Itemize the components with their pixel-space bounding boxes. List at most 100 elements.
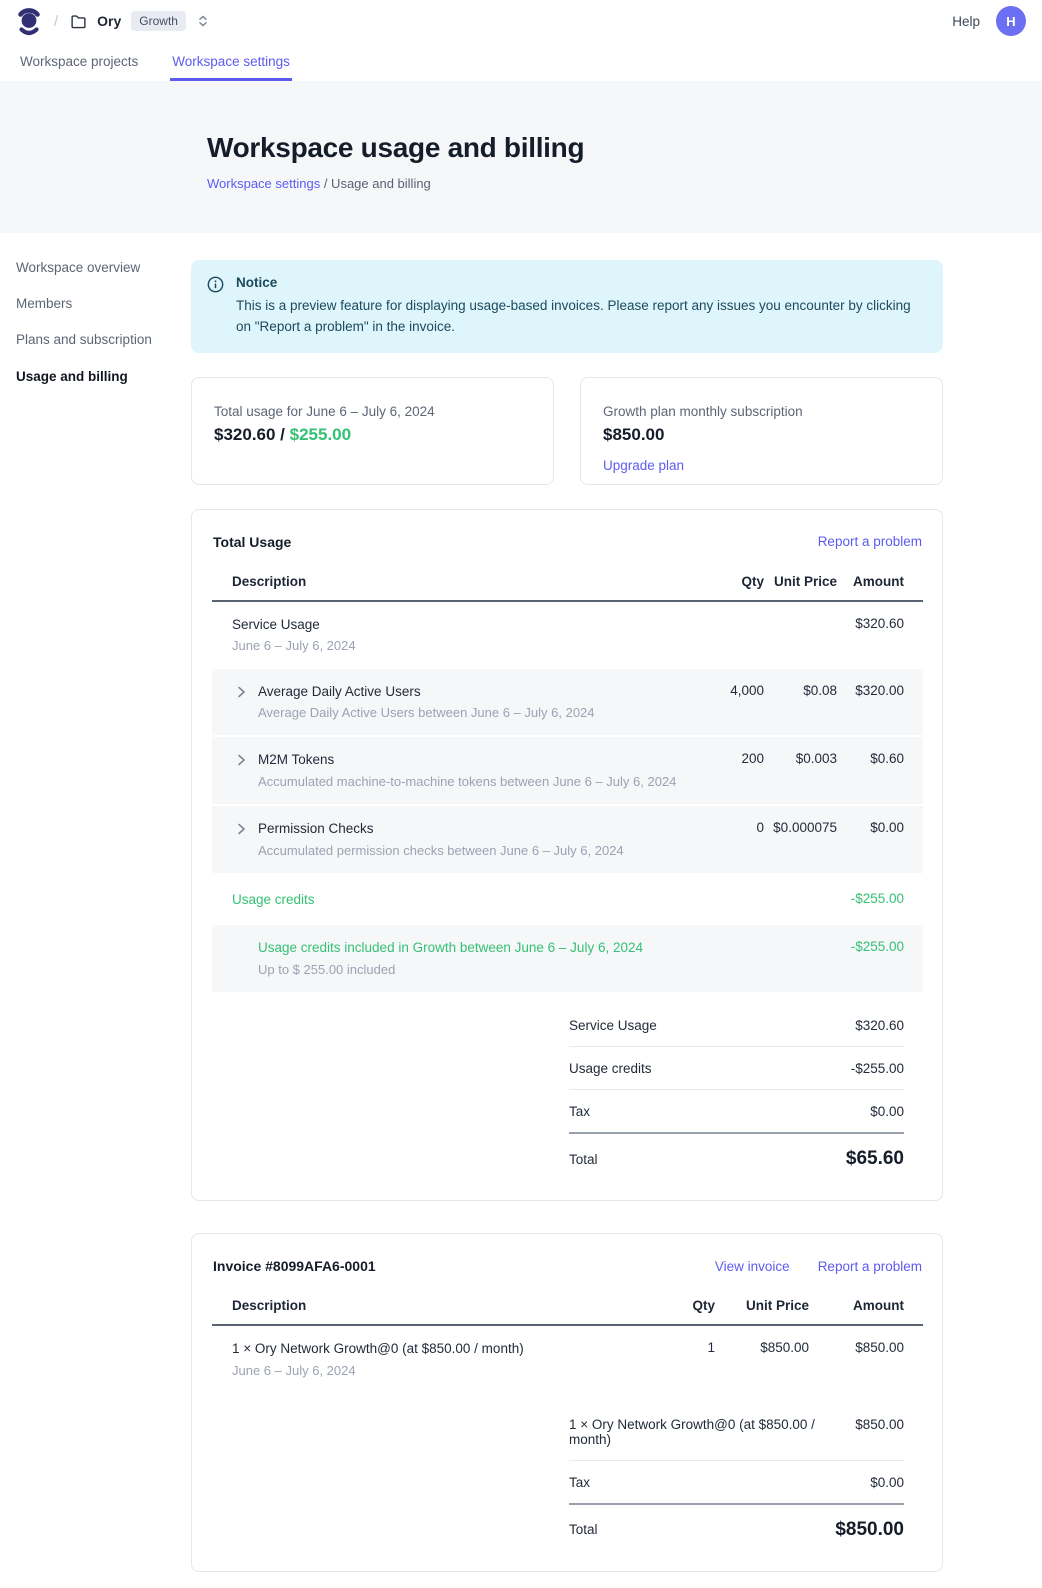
- report-problem-link[interactable]: Report a problem: [818, 534, 922, 549]
- summary-label: Tax: [569, 1475, 590, 1490]
- report-problem-link[interactable]: Report a problem: [818, 1259, 922, 1274]
- row-title: Usage credits: [232, 890, 315, 910]
- row-unit-price: $0.000075: [764, 819, 837, 835]
- column-description: Description: [232, 1298, 635, 1313]
- workspace-switcher-icon[interactable]: [196, 14, 210, 28]
- breadcrumb-current: / Usage and billing: [324, 176, 431, 191]
- total-value: $65.60: [846, 1148, 904, 1170]
- view-invoice-link[interactable]: View invoice: [715, 1259, 790, 1274]
- table-row: M2M Tokens Accumulated machine-to-machin…: [212, 737, 923, 806]
- summary-row: Tax $0.00: [569, 1090, 904, 1134]
- total-usage-table-card: Total Usage Report a problem Description…: [191, 509, 943, 1201]
- summary-row: Usage credits -$255.00: [569, 1047, 904, 1090]
- column-unit-price: Unit Price: [764, 574, 837, 589]
- sidebar-item-members[interactable]: Members: [16, 296, 191, 312]
- breadcrumb-workspace-settings-link[interactable]: Workspace settings: [207, 176, 320, 191]
- row-qty: [684, 890, 764, 891]
- expand-row-icon[interactable]: [232, 820, 250, 838]
- subscription-amount: $850.00: [603, 425, 920, 445]
- row-title: Usage credits included in Growth between…: [258, 938, 643, 958]
- row-amount: $850.00: [809, 1339, 904, 1355]
- folder-icon: [70, 13, 87, 30]
- column-unit-price: Unit Price: [715, 1298, 809, 1313]
- breadcrumb: Workspace settings / Usage and billing: [207, 176, 1042, 191]
- notice-body: This is a preview feature for displaying…: [236, 296, 925, 338]
- invoice-table-header: Description Qty Unit Price Amount: [212, 1288, 923, 1326]
- summary-label: Service Usage: [569, 1018, 657, 1033]
- table-row: 1 × Ory Network Growth@0 (at $850.00 / m…: [212, 1326, 923, 1393]
- row-subtitle: Up to $ 255.00 included: [258, 961, 643, 979]
- row-subtitle: Accumulated permission checks between Ju…: [258, 842, 624, 860]
- workspace-tabs: Workspace projects Workspace settings: [0, 42, 1042, 81]
- total-usage-card: Total usage for June 6 – July 6, 2024 $3…: [191, 377, 554, 485]
- row-title: 1 × Ory Network Growth@0 (at $850.00 / m…: [232, 1339, 524, 1359]
- page-hero: Workspace usage and billing Workspace se…: [0, 81, 1042, 233]
- upgrade-plan-link[interactable]: Upgrade plan: [603, 458, 684, 473]
- subscription-label: Growth plan monthly subscription: [603, 404, 920, 419]
- row-subtitle: Average Daily Active Users between June …: [258, 704, 595, 722]
- table-row: Permission Checks Accumulated permission…: [212, 806, 923, 875]
- column-description: Description: [232, 574, 684, 589]
- usage-summary: Service Usage $320.60 Usage credits -$25…: [569, 1004, 904, 1176]
- summary-label: Tax: [569, 1104, 590, 1119]
- row-unit-price: [764, 890, 837, 891]
- row-subtitle: June 6 – July 6, 2024: [232, 1362, 524, 1380]
- sidebar-item-usage-and-billing[interactable]: Usage and billing: [16, 369, 191, 385]
- summary-value: -$255.00: [851, 1061, 904, 1076]
- user-avatar[interactable]: H: [996, 6, 1026, 36]
- row-unit-price: $0.003: [764, 750, 837, 766]
- summary-total-row: Total $850.00: [569, 1505, 904, 1547]
- help-link[interactable]: Help: [952, 14, 980, 29]
- settings-sidenav: Workspace overview Members Plans and sub…: [0, 260, 191, 1588]
- workspace-name[interactable]: Ory: [97, 13, 121, 29]
- row-subtitle: Accumulated machine-to-machine tokens be…: [258, 773, 676, 791]
- row-unit-price: [764, 615, 837, 616]
- summary-value: $320.60: [855, 1018, 904, 1033]
- summary-label: 1 × Ory Network Growth@0 (at $850.00 / m…: [569, 1417, 855, 1447]
- notice-title: Notice: [236, 275, 925, 290]
- summary-row: 1 × Ory Network Growth@0 (at $850.00 / m…: [569, 1403, 904, 1461]
- total-label: Total: [569, 1152, 598, 1167]
- total-label: Total: [569, 1522, 598, 1537]
- row-amount: -$255.00: [837, 938, 904, 954]
- row-unit-price: [764, 938, 837, 939]
- page-title: Workspace usage and billing: [207, 132, 1042, 164]
- row-amount: $320.60: [837, 615, 904, 631]
- total-usage-value: $320.60 / $255.00: [214, 425, 531, 445]
- preview-notice: Notice This is a preview feature for dis…: [191, 260, 943, 353]
- sidebar-item-plans-and-subscription[interactable]: Plans and subscription: [16, 332, 191, 348]
- row-amount: $320.00: [837, 682, 904, 698]
- invoice-summary: 1 × Ory Network Growth@0 (at $850.00 / m…: [569, 1403, 904, 1547]
- summary-value: $850.00: [855, 1417, 904, 1447]
- tab-workspace-projects[interactable]: Workspace projects: [18, 48, 140, 81]
- subscription-card: Growth plan monthly subscription $850.00…: [580, 377, 943, 485]
- summary-row: Tax $0.00: [569, 1461, 904, 1505]
- row-qty: 1: [635, 1339, 715, 1355]
- ory-logo-icon[interactable]: [16, 6, 42, 36]
- usage-amount: $320.60: [214, 425, 275, 444]
- invoice-card: Invoice #8099AFA6-0001 View invoice Repo…: [191, 1233, 943, 1572]
- tab-workspace-settings[interactable]: Workspace settings: [170, 48, 292, 81]
- usage-credit-amount: $255.00: [290, 425, 351, 444]
- row-title: Average Daily Active Users: [258, 682, 595, 702]
- row-subtitle: June 6 – July 6, 2024: [232, 637, 356, 655]
- breadcrumb-separator: /: [54, 13, 58, 30]
- row-title: Service Usage: [232, 615, 356, 635]
- expand-row-icon[interactable]: [232, 683, 250, 701]
- summary-label: Usage credits: [569, 1061, 652, 1076]
- sidebar-item-workspace-overview[interactable]: Workspace overview: [16, 260, 191, 276]
- column-amount: Amount: [809, 1298, 904, 1313]
- expand-row-icon[interactable]: [232, 751, 250, 769]
- summary-total-row: Total $65.60: [569, 1134, 904, 1176]
- table-row: Average Daily Active Users Average Daily…: [212, 669, 923, 738]
- row-qty: 4,000: [684, 682, 764, 698]
- column-qty: Qty: [635, 1298, 715, 1313]
- row-amount: -$255.00: [837, 890, 904, 906]
- plan-badge: Growth: [131, 11, 186, 30]
- table-row: Service Usage June 6 – July 6, 2024 $320…: [212, 602, 923, 669]
- info-icon: [207, 276, 224, 293]
- row-title: Permission Checks: [258, 819, 624, 839]
- summary-row: Service Usage $320.60: [569, 1004, 904, 1047]
- total-usage-label: Total usage for June 6 – July 6, 2024: [214, 404, 531, 419]
- usage-separator: /: [275, 425, 289, 444]
